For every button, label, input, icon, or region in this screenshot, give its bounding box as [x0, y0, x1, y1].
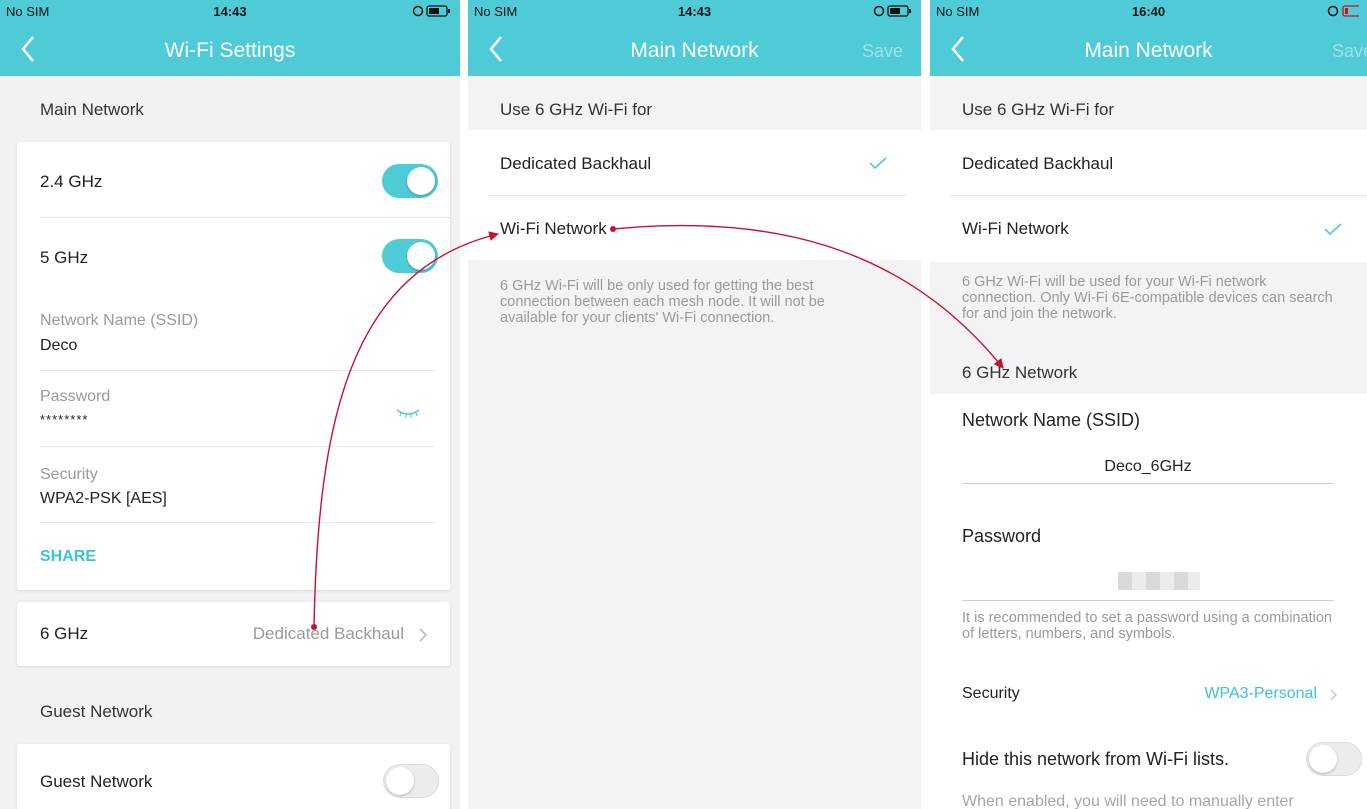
- battery-icon: [412, 5, 450, 17]
- main-network-heading: Main Network: [40, 100, 144, 119]
- ssid-label: Network Name (SSID): [40, 312, 199, 329]
- main-network-card: 2.4 GHz 5 GHz Network Name (SSID) Deco P…: [17, 142, 450, 590]
- divider: [40, 217, 450, 218]
- page-title: Main Network: [630, 39, 759, 62]
- nav-bar: Main Network Save: [468, 22, 921, 76]
- band-24-label: 2.4 GHz: [40, 172, 103, 191]
- band-5-label: 5 GHz: [40, 248, 89, 267]
- band-24-toggle[interactable]: [382, 164, 438, 198]
- option-dedicated-backhaul[interactable]: Dedicated Backhaul: [500, 154, 651, 174]
- band-6-label: 6 GHz: [40, 624, 89, 643]
- guest-network-heading: Guest Network: [40, 702, 153, 721]
- security-value[interactable]: WPA3-Personal: [1204, 685, 1317, 703]
- password-hint: It is recommended to set a password usin…: [962, 610, 1332, 642]
- option-dedicated-backhaul[interactable]: Dedicated Backhaul: [962, 154, 1113, 174]
- password-underline: [962, 600, 1334, 601]
- chevron-right-icon: [419, 628, 428, 642]
- hide-network-note: When enabled, you will need to manually …: [962, 793, 1294, 809]
- guest-network-card: Guest Network: [17, 744, 450, 809]
- password-input[interactable]: [1118, 572, 1200, 590]
- battery-icon: [1327, 5, 1359, 17]
- clock: 14:43: [677, 4, 712, 19]
- security-label: Security: [962, 685, 1020, 702]
- divider: [950, 195, 1367, 196]
- password-value[interactable]: ********: [40, 412, 88, 427]
- main-network-screen-wifi: No SIM 16:40 Main Network Save Use 6 GHz…: [930, 0, 1367, 809]
- save-button[interactable]: Save: [862, 41, 903, 62]
- band-5-toggle[interactable]: [382, 239, 438, 273]
- use-6ghz-heading: Use 6 GHz Wi-Fi for: [962, 100, 1115, 119]
- page-title: Main Network: [1084, 39, 1213, 62]
- option-wifi-network[interactable]: Wi-Fi Network: [962, 219, 1069, 239]
- eye-closed-icon[interactable]: [395, 407, 421, 419]
- ssid-input[interactable]: Deco_6GHz: [962, 458, 1334, 476]
- status-bar: No SIM 14:43: [0, 0, 460, 22]
- save-button[interactable]: Save: [1332, 41, 1367, 62]
- section-band: Use 6 GHz Wi-Fi for: [930, 76, 1367, 130]
- use-6ghz-heading: Use 6 GHz Wi-Fi for: [500, 100, 653, 119]
- divider: [40, 370, 435, 371]
- status-bar: No SIM 14:43: [468, 0, 921, 22]
- share-button[interactable]: SHARE: [40, 548, 96, 566]
- option-wifi-network[interactable]: Wi-Fi Network: [500, 219, 607, 239]
- battery-icon: [873, 5, 911, 17]
- hide-network-toggle[interactable]: [1306, 742, 1362, 776]
- use-6ghz-options: Dedicated Backhaul Wi-Fi Network: [468, 130, 921, 260]
- band-6-value: Dedicated Backhaul: [252, 624, 404, 643]
- hide-network-label: Hide this network from Wi-Fi lists.: [962, 749, 1230, 769]
- divider: [488, 195, 907, 196]
- clock: 16:40: [1131, 4, 1166, 19]
- password-label: Password: [962, 526, 1042, 546]
- option-description: 6 GHz Wi-Fi will be only used for gettin…: [500, 278, 825, 326]
- chevron-right-icon: [1330, 689, 1337, 701]
- divider: [40, 522, 435, 523]
- security-value[interactable]: WPA2-PSK [AES]: [40, 490, 167, 508]
- page-title: Wi-Fi Settings: [164, 39, 296, 62]
- nav-bar: Wi-Fi Settings: [0, 22, 460, 76]
- status-bar: No SIM 16:40: [930, 0, 1367, 22]
- divider: [40, 446, 435, 447]
- ssid-value[interactable]: Deco: [40, 337, 77, 355]
- info-band: 6 GHz Wi-Fi will be used for your Wi-Fi …: [930, 262, 1367, 394]
- guest-network-toggle[interactable]: [383, 764, 439, 798]
- ssid-label: Network Name (SSID): [962, 410, 1141, 430]
- checkmark-icon: [869, 157, 887, 170]
- security-label: Security: [40, 466, 98, 483]
- 6ghz-network-heading: 6 GHz Network: [962, 363, 1078, 382]
- ssid-underline: [962, 483, 1334, 484]
- guest-network-label: Guest Network: [40, 772, 153, 791]
- checkmark-icon: [1324, 223, 1342, 236]
- password-label: Password: [40, 388, 111, 405]
- wifi-settings-screen: No SIM 14:43 Wi-Fi Settings Main Network…: [0, 0, 460, 809]
- clock: 14:43: [213, 4, 247, 19]
- option-description: 6 GHz Wi-Fi will be used for your Wi-Fi …: [962, 274, 1333, 322]
- nav-bar: Main Network Save: [930, 22, 1367, 76]
- main-network-screen-backhaul: No SIM 14:43 Main Network Save Use 6 GHz…: [468, 0, 921, 809]
- band-6-row[interactable]: 6 GHz Dedicated Backhaul: [17, 602, 450, 666]
